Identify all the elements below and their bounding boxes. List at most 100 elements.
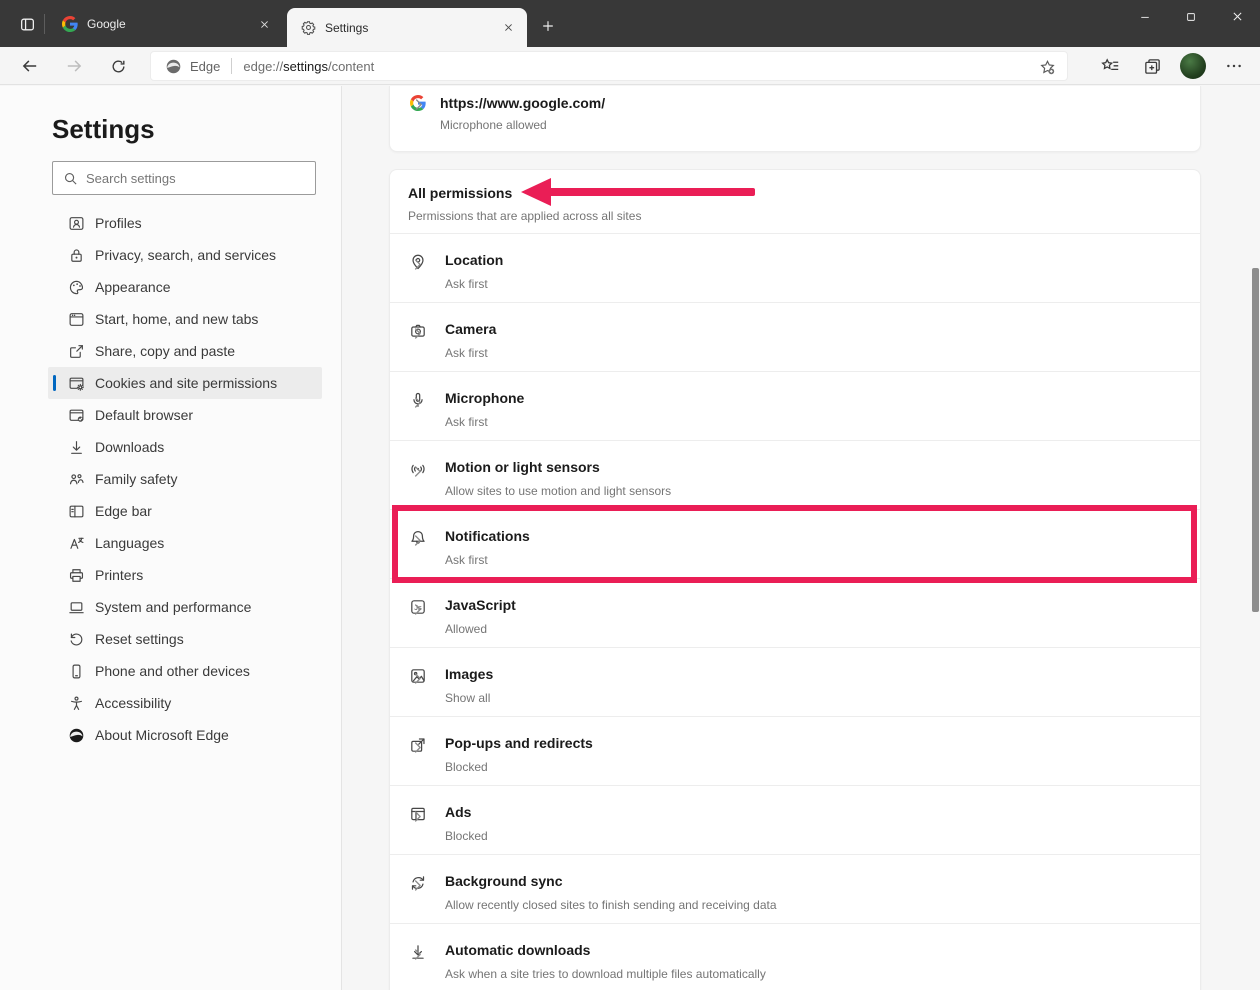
back-button[interactable] bbox=[15, 52, 45, 80]
settings-menu-button[interactable] bbox=[1220, 52, 1248, 80]
edge-logo-icon bbox=[165, 58, 182, 75]
sidebar-item-start-home-and-new-tabs[interactable]: Start, home, and new tabs bbox=[48, 303, 322, 335]
refresh-button[interactable] bbox=[103, 52, 133, 80]
favorites-button[interactable] bbox=[1096, 52, 1124, 80]
titlebar: Google Settings bbox=[0, 0, 1260, 47]
sidebar-item-accessibility[interactable]: Accessibility bbox=[48, 687, 322, 719]
permission-row-motion-or-light-sensors[interactable]: Motion or light sensors Allow sites to us… bbox=[390, 441, 1200, 510]
sidebar-item-share-copy-and-paste[interactable]: Share, copy and paste bbox=[48, 335, 322, 367]
chevron-right-icon bbox=[409, 463, 425, 479]
permission-row-microphone[interactable]: Microphone Ask first bbox=[390, 372, 1200, 441]
tab-google[interactable]: Google bbox=[48, 8, 283, 40]
close-tab-icon[interactable] bbox=[255, 15, 273, 33]
settings-page: Settings Profiles Privacy, search, and se… bbox=[0, 86, 1260, 990]
sidebar-item-downloads[interactable]: Downloads bbox=[48, 431, 322, 463]
sidebar-item-phone-and-other-devices[interactable]: Phone and other devices bbox=[48, 655, 322, 687]
permission-row-camera[interactable]: Camera Ask first bbox=[390, 303, 1200, 372]
permission-status: Allowed bbox=[445, 622, 488, 636]
permission-name: Pop-ups and redirects bbox=[445, 735, 593, 751]
close-window-button[interactable] bbox=[1214, 0, 1260, 33]
sidebar-item-label: Printers bbox=[95, 567, 144, 583]
site-url: https://www.google.com/ bbox=[440, 95, 606, 111]
sidebar-item-system-and-performance[interactable]: System and performance bbox=[48, 591, 322, 623]
sidebar-item-label: Privacy, search, and services bbox=[95, 247, 277, 263]
sidebar-item-about-microsoft-edge[interactable]: About Microsoft Edge bbox=[48, 719, 322, 751]
permission-status: Ask first bbox=[445, 415, 488, 429]
sidebar-item-default-browser[interactable]: Default browser bbox=[48, 399, 322, 431]
address-bar[interactable]: Edge edge://settings/content bbox=[150, 51, 1068, 81]
sidebar-item-reset-settings[interactable]: Reset settings bbox=[48, 623, 322, 655]
plus-icon bbox=[541, 19, 555, 33]
address-separator bbox=[231, 58, 233, 74]
permission-status: Blocked bbox=[445, 829, 488, 843]
profile-avatar[interactable] bbox=[1180, 53, 1206, 79]
permission-name: Location bbox=[445, 252, 504, 268]
minimize-button[interactable] bbox=[1122, 0, 1168, 33]
permission-status: Allow sites to use motion and light sens… bbox=[445, 484, 672, 498]
sidebar-item-label: Edge bar bbox=[95, 503, 152, 519]
sidebar-item-label: Family safety bbox=[95, 471, 178, 487]
permission-name: Background sync bbox=[445, 873, 563, 889]
sidebar-item-label: Appearance bbox=[95, 279, 171, 295]
tab-label: Google bbox=[87, 17, 126, 31]
sidebar-item-privacy-search-and-services[interactable]: Privacy, search, and services bbox=[48, 239, 322, 271]
permission-status: Ask first bbox=[445, 346, 488, 360]
sidebar-item-languages[interactable]: Languages bbox=[48, 527, 322, 559]
permission-name: Automatic downloads bbox=[445, 942, 591, 958]
permission-row-background-sync[interactable]: Background sync Allow recently closed sit… bbox=[390, 855, 1200, 924]
chevron-right-icon bbox=[409, 601, 425, 617]
site-permission-status: Microphone allowed bbox=[440, 118, 547, 132]
search-settings-box[interactable] bbox=[52, 161, 316, 195]
edge-logo-icon bbox=[68, 727, 85, 744]
chevron-right-icon bbox=[409, 532, 425, 548]
site-permission-card[interactable]: https://www.google.com/ Microphone allow… bbox=[389, 86, 1201, 152]
permission-row-automatic-downloads[interactable]: Automatic downloads Ask when a site tries… bbox=[390, 924, 1200, 990]
annotation-arrow-head bbox=[521, 178, 551, 206]
appearance-icon bbox=[68, 279, 85, 296]
sidebar-item-label: About Microsoft Edge bbox=[95, 727, 229, 743]
sidebar-item-profiles[interactable]: Profiles bbox=[48, 207, 322, 239]
forward-button[interactable] bbox=[59, 52, 89, 80]
add-favorite-button[interactable] bbox=[1035, 55, 1059, 79]
sidebar-item-label: Phone and other devices bbox=[95, 663, 250, 679]
permission-status: Allow recently closed sites to finish se… bbox=[445, 898, 777, 912]
permission-row-notifications[interactable]: Notifications Ask first bbox=[390, 505, 1200, 583]
sidebar-item-edge-bar[interactable]: Edge bar bbox=[48, 495, 322, 527]
family-safety-icon bbox=[68, 471, 85, 488]
collections-button[interactable] bbox=[1138, 52, 1166, 80]
all-permissions-card: All permissions Permissions that are app… bbox=[389, 169, 1201, 990]
system-performance-icon bbox=[68, 599, 85, 616]
permission-name: JavaScript bbox=[445, 597, 516, 613]
maximize-button[interactable] bbox=[1168, 0, 1214, 33]
selected-indicator bbox=[53, 375, 56, 391]
permission-row-location[interactable]: Location Ask first bbox=[390, 234, 1200, 303]
downloads-icon bbox=[68, 439, 85, 456]
sidebar-item-appearance[interactable]: Appearance bbox=[48, 271, 322, 303]
new-tab-button[interactable] bbox=[536, 14, 560, 38]
sidebar-item-label: Accessibility bbox=[95, 695, 172, 711]
tab-actions-menu-button[interactable] bbox=[14, 11, 40, 37]
close-tab-icon[interactable] bbox=[499, 19, 517, 37]
sidebar-item-label: Share, copy and paste bbox=[95, 343, 236, 359]
section-subtitle: Permissions that are applied across all … bbox=[408, 209, 642, 223]
titlebar-separator bbox=[44, 14, 45, 34]
languages-icon bbox=[68, 535, 85, 552]
sidebar-item-family-safety[interactable]: Family safety bbox=[48, 463, 322, 495]
site-chip-label: Edge bbox=[190, 58, 221, 74]
sidebar-item-cookies-and-site-permissions[interactable]: Cookies and site permissions bbox=[48, 367, 322, 399]
permission-row-pop-ups-and-redirects[interactable]: Pop-ups and redirects Blocked bbox=[390, 717, 1200, 786]
permission-row-images[interactable]: Images Show all bbox=[390, 648, 1200, 717]
search-settings-input[interactable] bbox=[86, 170, 307, 186]
permission-row-javascript[interactable]: Js JavaScript Allowed bbox=[390, 579, 1200, 648]
search-icon bbox=[63, 171, 78, 186]
printers-icon bbox=[68, 567, 85, 584]
vertical-scrollbar-thumb[interactable] bbox=[1252, 268, 1259, 612]
tab-settings[interactable]: Settings bbox=[287, 8, 527, 47]
permission-name: Notifications bbox=[445, 528, 530, 544]
permission-name: Camera bbox=[445, 321, 497, 337]
page-title: Settings bbox=[52, 114, 155, 144]
sidebar-item-printers[interactable]: Printers bbox=[48, 559, 322, 591]
permission-status: Show all bbox=[445, 691, 491, 705]
sidebar-item-label: Languages bbox=[95, 535, 165, 551]
permission-row-ads[interactable]: Ads Blocked bbox=[390, 786, 1200, 855]
